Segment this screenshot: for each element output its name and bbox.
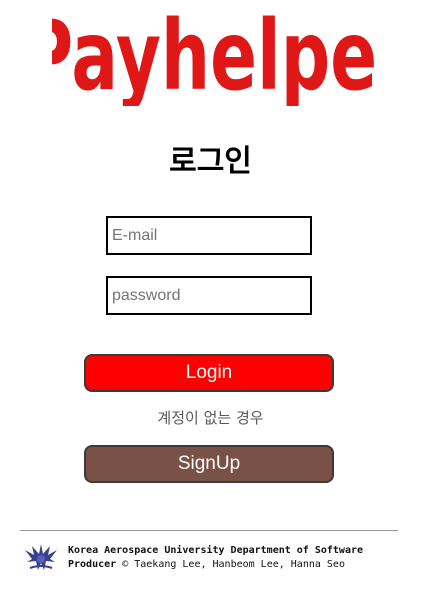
signup-button[interactable]: SignUp bbox=[84, 445, 334, 483]
password-field[interactable] bbox=[106, 276, 312, 315]
payhelper-logo: Payhelper bbox=[52, 6, 382, 106]
footer-divider bbox=[20, 530, 398, 531]
university-emblem-icon bbox=[25, 544, 57, 570]
footer-university: Korea Aerospace University Department of… bbox=[68, 545, 364, 556]
footer-producer-line: Producer © Taekang Lee, Hanbeom Lee, Han… bbox=[68, 558, 363, 572]
logo-text: Payhelper bbox=[52, 6, 382, 106]
email-field[interactable] bbox=[106, 216, 312, 255]
login-button[interactable]: Login bbox=[84, 354, 334, 392]
no-account-text: 계정이 없는 경우 bbox=[157, 409, 264, 427]
footer: Korea Aerospace University Department of… bbox=[22, 542, 412, 576]
footer-credits: Korea Aerospace University Department of… bbox=[68, 544, 363, 572]
page-title: 로그인 bbox=[169, 144, 252, 179]
footer-producer-label: Producer bbox=[68, 559, 117, 570]
footer-producer-names: © Taekang Lee, Hanbeom Lee, Hanna Seo bbox=[122, 559, 345, 570]
